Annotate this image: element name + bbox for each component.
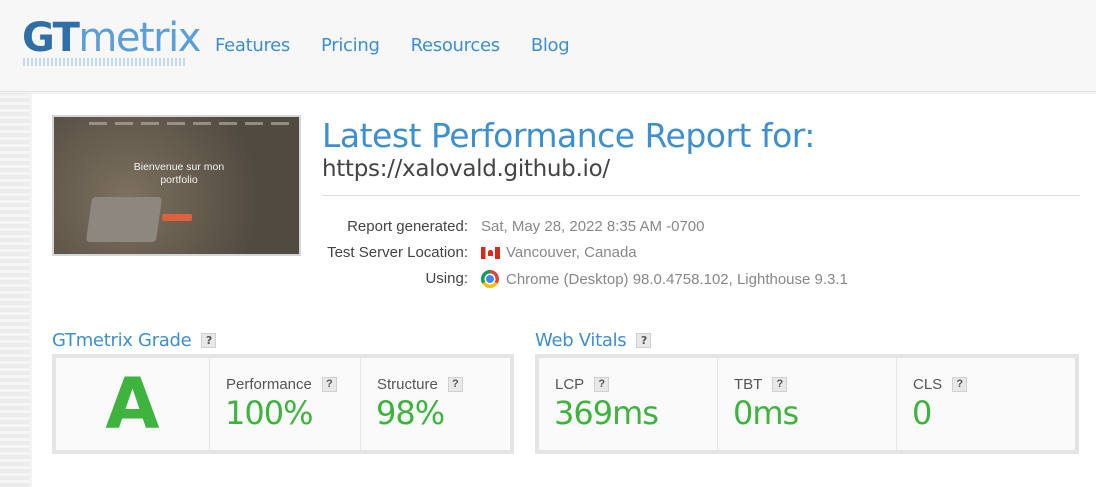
logo-underline	[23, 58, 185, 66]
lcp-cell: LCP? 369ms	[539, 358, 718, 450]
grade-panel: A Performance? 100% Structure? 98%	[52, 354, 514, 454]
nav-pricing[interactable]: Pricing	[321, 35, 380, 56]
grade-heading: GTmetrix Grade ?	[52, 330, 217, 351]
chrome-icon	[481, 270, 499, 288]
nav-blog[interactable]: Blog	[531, 35, 570, 56]
performance-help-icon[interactable]: ?	[321, 377, 337, 392]
report-url[interactable]: https://xalovald.github.io/	[322, 156, 610, 182]
main-nav: Features Pricing Resources Blog	[215, 35, 600, 56]
tbt-value: 0ms	[733, 394, 799, 432]
report-title: Latest Performance Report for:	[322, 116, 815, 155]
vitals-heading: Web Vitals ?	[535, 330, 652, 351]
cls-help-icon[interactable]: ?	[952, 377, 968, 392]
structure-cell: Structure? 98%	[361, 358, 510, 450]
divider	[322, 195, 1080, 196]
logo-gt: GT	[22, 15, 80, 61]
performance-cell: Performance? 100%	[210, 358, 361, 450]
thumbnail-heading: Bienvenue sur mon portfolio	[133, 161, 225, 186]
grade-letter: A	[105, 363, 160, 445]
side-pattern	[0, 93, 30, 487]
nav-features[interactable]: Features	[215, 35, 290, 56]
vitals-panel: LCP? 369ms TBT? 0ms CLS? 0	[535, 354, 1079, 454]
grade-cell: A	[56, 358, 210, 450]
tbt-help-icon[interactable]: ?	[772, 377, 788, 392]
tbt-cell: TBT? 0ms	[718, 358, 897, 450]
meta-row-generated: Report generated: Sat, May 28, 2022 8:35…	[347, 218, 705, 235]
logo-metrix: metrix	[78, 15, 201, 61]
nav-resources[interactable]: Resources	[411, 35, 501, 56]
cls-value: 0	[912, 394, 932, 432]
meta-row-using: Using: Chrome (Desktop) 98.0.4758.102, L…	[425, 270, 848, 288]
grade-help-icon[interactable]: ?	[201, 333, 217, 348]
cls-cell: CLS? 0	[897, 358, 1075, 450]
vitals-help-icon[interactable]: ?	[636, 333, 652, 348]
lcp-value: 369ms	[554, 394, 659, 432]
structure-help-icon[interactable]: ?	[447, 377, 463, 392]
canada-flag-icon	[481, 246, 500, 259]
lcp-help-icon[interactable]: ?	[594, 377, 610, 392]
gtmetrix-logo[interactable]: GTmetrix	[22, 14, 201, 62]
report-panel: Bienvenue sur mon portfolio Latest Perfo…	[32, 94, 1096, 487]
performance-value: 100%	[225, 394, 313, 432]
meta-row-location: Test Server Location: Vancouver, Canada	[327, 244, 637, 261]
top-navbar: GTmetrix Features Pricing Resources Blog	[0, 0, 1096, 92]
structure-value: 98%	[376, 394, 445, 432]
